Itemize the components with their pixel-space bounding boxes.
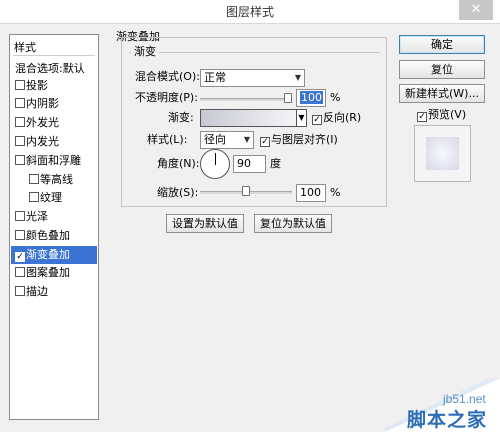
style-label: 光泽 bbox=[26, 210, 48, 223]
chevron-down-icon: ▼ bbox=[243, 135, 250, 144]
chevron-down-icon: ▼ bbox=[294, 73, 301, 82]
style-checkbox[interactable]: ✓ bbox=[15, 252, 25, 262]
style-checkbox[interactable] bbox=[15, 80, 25, 90]
style-checkbox[interactable] bbox=[29, 192, 39, 202]
style-label: 纹理 bbox=[40, 191, 62, 204]
styles-list-header: 样式 bbox=[13, 39, 95, 56]
reverse-option[interactable]: ✓ 反向(R) bbox=[312, 110, 361, 126]
styles-list-item[interactable]: ✓ 渐变叠加 bbox=[11, 246, 97, 264]
watermark-domain: jb51.net bbox=[443, 392, 486, 406]
opacity-value: 100 bbox=[300, 91, 323, 104]
set-default-button[interactable]: 设置为默认值 bbox=[166, 214, 244, 233]
reverse-checkbox[interactable]: ✓ bbox=[312, 115, 322, 125]
style-checkbox[interactable] bbox=[15, 136, 25, 146]
scale-slider-thumb[interactable] bbox=[242, 186, 250, 196]
style-label: 描边 bbox=[26, 285, 48, 298]
reverse-label: 反向(R) bbox=[323, 111, 362, 124]
opacity-label: 不透明度(P): bbox=[135, 91, 198, 104]
blend-mode-label: 混合模式(O): bbox=[135, 70, 200, 83]
style-select[interactable]: 径向 ▼ bbox=[200, 131, 254, 149]
style-checkbox[interactable] bbox=[29, 174, 39, 184]
styles-list: 样式 混合选项:默认 投影 内阴影 外发光 内发光 斜面和浮雕 等高线 纹理 光泽 颜色叠加 ✓ 渐变… bbox=[9, 34, 99, 420]
align-option[interactable]: ✓ 与图层对齐(I) bbox=[260, 132, 338, 148]
reset-default-button[interactable]: 复位为默认值 bbox=[254, 214, 332, 233]
gradient-label: 渐变: bbox=[168, 111, 194, 124]
style-checkbox[interactable] bbox=[15, 117, 25, 127]
styles-list-item[interactable]: 纹理 bbox=[11, 189, 97, 207]
ok-button[interactable]: 确定 bbox=[399, 35, 485, 54]
style-label: 等高线 bbox=[40, 173, 73, 186]
angle-unit: 度 bbox=[270, 157, 281, 170]
style-value: 径向 bbox=[204, 133, 226, 146]
opacity-slider-track[interactable] bbox=[200, 98, 292, 101]
styles-list-item[interactable]: 光泽 bbox=[11, 208, 97, 226]
new-style-button[interactable]: 新建样式(W)... bbox=[399, 84, 485, 103]
style-preview bbox=[414, 125, 471, 182]
style-checkbox[interactable] bbox=[15, 267, 25, 277]
align-label: 与图层对齐(I) bbox=[271, 133, 338, 146]
style-label: 投影 bbox=[26, 79, 48, 92]
style-checkbox[interactable] bbox=[15, 155, 25, 165]
styles-list-item[interactable]: 外发光 bbox=[11, 114, 97, 132]
styles-list-item[interactable]: 内发光 bbox=[11, 133, 97, 151]
style-label: 颜色叠加 bbox=[26, 229, 70, 242]
scale-value: 100 bbox=[300, 186, 321, 199]
style-label: 内发光 bbox=[26, 135, 59, 148]
styles-list-item[interactable]: 图案叠加 bbox=[11, 264, 97, 282]
style-label: 内阴影 bbox=[26, 97, 59, 110]
opacity-slider-thumb[interactable] bbox=[284, 93, 292, 103]
style-label: 样式(L): bbox=[147, 133, 188, 146]
scale-input[interactable]: 100 bbox=[296, 184, 326, 202]
style-label: 图案叠加 bbox=[26, 266, 70, 279]
blend-mode-select[interactable]: 正常 ▼ bbox=[200, 69, 305, 87]
blend-mode-value: 正常 bbox=[204, 71, 226, 84]
style-checkbox[interactable] bbox=[15, 286, 25, 296]
styles-list-item[interactable]: 描边 bbox=[11, 283, 97, 301]
style-label: 外发光 bbox=[26, 116, 59, 129]
scale-unit: % bbox=[330, 186, 341, 199]
scale-label: 缩放(S): bbox=[157, 186, 199, 199]
preview-swatch bbox=[426, 137, 459, 170]
style-label: 渐变叠加 bbox=[26, 248, 70, 261]
style-checkbox[interactable] bbox=[15, 98, 25, 108]
angle-input[interactable]: 90 bbox=[233, 155, 266, 173]
gradient-group-title: 渐变 bbox=[131, 45, 159, 58]
styles-list-item[interactable]: 混合选项:默认 bbox=[11, 60, 97, 78]
gradient-swatch[interactable] bbox=[200, 109, 297, 127]
reset-button[interactable]: 复位 bbox=[399, 60, 485, 79]
styles-list-item[interactable]: 投影 bbox=[11, 77, 97, 95]
opacity-input[interactable]: 100 bbox=[296, 89, 326, 107]
gradient-dropdown[interactable]: ▼ bbox=[296, 109, 307, 127]
preview-option[interactable]: ✓ 预览(V) bbox=[417, 107, 466, 123]
angle-label: 角度(N): bbox=[157, 157, 200, 170]
style-label: 斜面和浮雕 bbox=[26, 154, 81, 167]
watermark-logo-text: 脚本之家 bbox=[407, 409, 488, 431]
opacity-unit: % bbox=[330, 91, 341, 104]
chevron-down-icon: ▼ bbox=[298, 113, 305, 122]
style-checkbox[interactable] bbox=[15, 230, 25, 240]
styles-list-item[interactable]: 颜色叠加 bbox=[11, 227, 97, 245]
style-checkbox[interactable] bbox=[15, 211, 25, 221]
preview-label: 预览(V) bbox=[428, 108, 467, 121]
align-checkbox[interactable]: ✓ bbox=[260, 137, 270, 147]
preview-checkbox[interactable]: ✓ bbox=[417, 112, 427, 122]
styles-list-item[interactable]: 等高线 bbox=[11, 171, 97, 189]
styles-list-item[interactable]: 斜面和浮雕 bbox=[11, 152, 97, 170]
window-title: 图层样式 bbox=[225, 5, 274, 19]
angle-needle bbox=[215, 153, 216, 165]
styles-list-item[interactable]: 内阴影 bbox=[11, 95, 97, 113]
style-label: 混合选项:默认 bbox=[15, 62, 85, 75]
close-button[interactable]: ✕ bbox=[459, 0, 493, 20]
angle-value: 90 bbox=[237, 157, 251, 170]
angle-dial[interactable] bbox=[200, 149, 230, 179]
title-bar: 图层样式 ✕ bbox=[0, 0, 500, 24]
